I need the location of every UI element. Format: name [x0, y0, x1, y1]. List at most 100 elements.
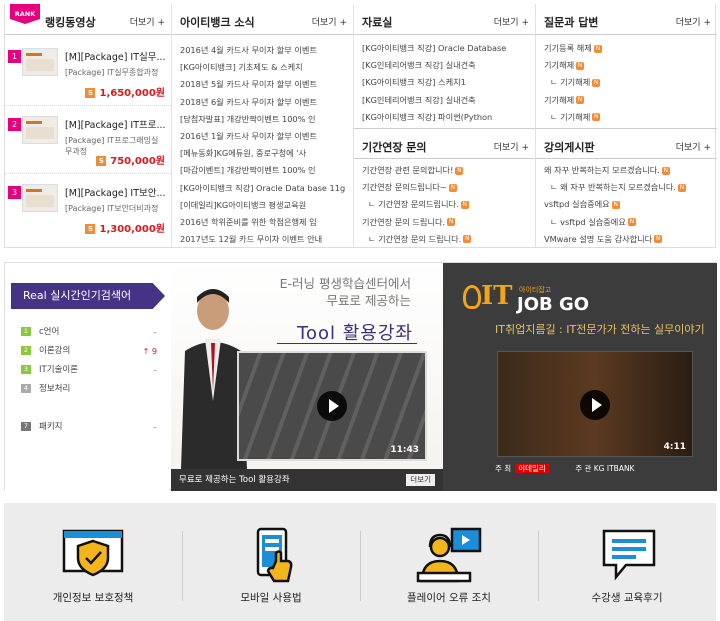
lecture-board-item[interactable]: ㄴ 왜 자꾸 반복하는지 모르겠습니다. N [544, 179, 713, 196]
period-list: 기간연장 관련 문의합니다! N 기간연장 문의드립니다~ N ㄴ 기간연장 문의드… [362, 162, 531, 248]
data-room-item[interactable]: [KG아이티뱅크 직강] 스케치1 [362, 74, 531, 91]
player-support-icon [416, 527, 482, 583]
keyword-change: ↑ 9 [142, 347, 157, 356]
new-badge: N [448, 183, 457, 192]
course-title[interactable]: [M][Package] IT보안... [65, 185, 166, 199]
data-room-list: [KG아이티뱅크 직강] Oracle Database [KG인테리어뱅크 직… [362, 40, 531, 126]
ranking-more-link[interactable]: 더보기 + [130, 15, 165, 28]
video2-player[interactable]: 4:11 [497, 351, 693, 457]
qna-item[interactable]: 기기해제 N [544, 57, 713, 74]
lecture-board-item[interactable]: vsftpd 실습중에요 N [544, 196, 713, 213]
video-duration: 4:11 [663, 442, 686, 452]
chat-bubble-icon [602, 529, 656, 581]
qna-list: 기기등록 해제 N 기기해제 N ㄴ 기기해제 N 기기해제 N ㄴ 기기해제 N [544, 40, 713, 126]
qna-item[interactable]: 기기해제 N [544, 92, 713, 109]
student-reviews-link[interactable]: 수강생 교육후기 [538, 503, 716, 621]
new-badge: N [592, 113, 601, 122]
data-room-item[interactable]: [KG아이티뱅크 직강] 파이썬(Python [362, 109, 531, 126]
tool-lecture-video[interactable]: E-러닝 평생학습센터에서 무료로 제공하는 Tool 활용강좌 11:43 무료… [171, 263, 443, 491]
news-item[interactable]: [KG아이티뱅크 직강] Oracle Data base 11g [180, 180, 349, 197]
top-boards: RANK 랭킹동영상 더보기 + 1 [M][Package] IT실무... … [4, 4, 717, 248]
period-more-link[interactable]: 더보기 + [494, 140, 529, 153]
qna-item[interactable]: ㄴ 기기해제 N [544, 74, 713, 91]
keyword-list: 1 c언어 – 2 이론강의 ↑ 9 3 IT기술이론 – 4 정보처리 7 패키지 – [21, 323, 161, 437]
keyword-item[interactable]: 7 패키지 – [21, 418, 161, 437]
quick-link-label[interactable]: 개인정보 보호정책 [4, 590, 182, 605]
new-badge: N [678, 183, 687, 192]
lecture-board-list: 왜 자꾸 반복하는지 모르겠습니다. N ㄴ 왜 자꾸 반복하는지 모르겠습니다.… [544, 162, 713, 248]
qna-item[interactable]: ㄴ 기기해제 N [544, 109, 713, 126]
video1-more-button[interactable]: 더보기 [406, 474, 435, 486]
ranking-item[interactable]: 2 [M][Package] IT프로... [Package] IT프로그래밍… [5, 108, 171, 174]
keyword-item[interactable]: 4 정보처리 [21, 380, 161, 399]
quick-link-label[interactable]: 수강생 교육후기 [538, 590, 716, 605]
data-room-item[interactable]: [KG인테리어뱅크 직강] 실내건축 [362, 57, 531, 74]
news-item[interactable]: [메뉴동화]KG에듀원, 중로구청에 '사 [180, 145, 349, 162]
ranking-header: RANK 랭킹동영상 더보기 + [5, 4, 171, 35]
new-badge: N [576, 61, 585, 70]
course-thumbnail[interactable] [22, 184, 58, 212]
lecture-board-more-link[interactable]: 더보기 + [676, 140, 711, 153]
course-price: S 1,300,000원 [85, 220, 165, 235]
shield-check-icon [62, 529, 124, 577]
period-item[interactable]: 기간연장 관련 문의합니다! N [362, 162, 531, 179]
keyword-item[interactable]: 3 IT기술이론 – [21, 361, 161, 380]
news-item[interactable]: [당첨자발표] 개강반짝이벤트 100% 인 [180, 111, 349, 128]
play-icon[interactable] [317, 391, 347, 421]
news-item[interactable]: 2016년 학위준비를 위한 학점은행제 입 [180, 214, 349, 231]
quick-link-label[interactable]: 모바일 사용법 [182, 590, 360, 605]
keyword-rank: 4 [21, 384, 31, 393]
keyword-rank [21, 403, 31, 412]
news-item[interactable]: [이데일리]KG아이티뱅크 평생교육원 [180, 197, 349, 214]
quick-link-label[interactable]: 플레이어 오류 조치 [360, 590, 538, 605]
video1-caption: 무료로 제공하는 Tool 활용강좌 [179, 475, 290, 485]
data-room-more-link[interactable]: 더보기 + [494, 15, 529, 28]
video1-player[interactable]: 11:43 [237, 351, 427, 461]
course-price: S 1,650,000원 [85, 84, 165, 99]
news-item[interactable]: 2016년 1월 카드사 무이자 할부 이벤트 [180, 128, 349, 145]
news-item[interactable]: 2017년도 12월 카드 무이자 이벤트 안내 [180, 231, 349, 248]
news-item[interactable]: 2018년 5월 카드사 무이자 할부 이벤트 [180, 76, 349, 93]
lecture-board-item[interactable]: ㄴ vsftpd 실습중에요 N [544, 214, 713, 231]
course-thumbnail[interactable] [22, 48, 58, 76]
period-item[interactable]: ㄴ 기간연장 문의드립니다. N [362, 196, 531, 213]
price-icon: S [96, 156, 107, 166]
lecture-board-item[interactable]: VMware 설명 도움 감사합니다 N [544, 231, 713, 248]
course-subtitle: [Package] IT보안더비과정 [65, 204, 159, 213]
period-header: 기간연장 문의 더보기 + [354, 128, 535, 159]
course-title[interactable]: [M][Package] IT프로... [65, 117, 166, 131]
news-item[interactable]: [KG아이티뱅크] 기초제도 & 스케치 [180, 59, 349, 76]
keyword-item[interactable] [21, 399, 161, 418]
news-more-link[interactable]: 더보기 + [312, 15, 347, 28]
qna-item[interactable]: 기기등록 해제 N [544, 40, 713, 57]
news-item[interactable]: [마감이벤트] 개강반짝이벤트 100% 인 [180, 162, 349, 179]
mobile-guide-link[interactable]: 모바일 사용법 [182, 503, 360, 621]
keyword-item[interactable]: 1 c언어 – [21, 323, 161, 342]
qna-more-link[interactable]: 더보기 + [676, 15, 711, 28]
new-badge: N [592, 78, 601, 87]
ranking-item[interactable]: 1 [M][Package] IT실무... [Package] IT실무종합과… [5, 40, 171, 106]
ranking-item[interactable]: 3 [M][Package] IT보안... [Package] IT보안더비과… [5, 176, 171, 242]
course-title[interactable]: [M][Package] IT실무... [65, 49, 166, 63]
period-item[interactable]: 기간연장 문의 드립니다. N [362, 214, 531, 231]
play-icon[interactable] [580, 390, 610, 420]
news-item[interactable]: 2016년 4월 카드사 무이자 할부 이벤트 [180, 42, 349, 59]
data-room-item[interactable]: [KG아이티뱅크 직강] Oracle Database [362, 40, 531, 57]
new-badge: N [463, 235, 472, 244]
news-item[interactable]: 2018년 6월 카드사 무이자 할부 이벤트 [180, 94, 349, 111]
data-room-header: 자료실 더보기 + [354, 4, 535, 35]
player-error-link[interactable]: 플레이어 오류 조치 [360, 503, 538, 621]
period-item[interactable]: 기간연장 문의드립니다~ N [362, 179, 531, 196]
period-item[interactable]: ㄴ 기간연장 문의 드립니다. N [362, 231, 531, 248]
qna-header: 질문과 답변 더보기 + [536, 4, 717, 35]
lecture-board-item[interactable]: 왜 자꾸 반복하는지 모르겠습니다. N [544, 162, 713, 179]
keyword-title: Real 실시간인기검색어 [11, 283, 165, 309]
privacy-policy-link[interactable]: 개인정보 보호정책 [4, 503, 182, 621]
data-room-item[interactable]: [KG인테리어뱅크 직강] 실내건축 [362, 92, 531, 109]
itjobgo-video[interactable]: IT 아이티잡고 JOB GO IT취업지름길 : IT전문가가 전하는 실무이… [443, 263, 717, 491]
new-badge: N [460, 200, 469, 209]
rank-number: 3 [8, 186, 21, 199]
keyword-item[interactable]: 2 이론강의 ↑ 9 [21, 342, 161, 361]
course-thumbnail[interactable] [22, 116, 58, 144]
news-panel: 아이티뱅크 소식 더보기 + 2016년 4월 카드사 무이자 할부 이벤트 [… [172, 4, 354, 248]
